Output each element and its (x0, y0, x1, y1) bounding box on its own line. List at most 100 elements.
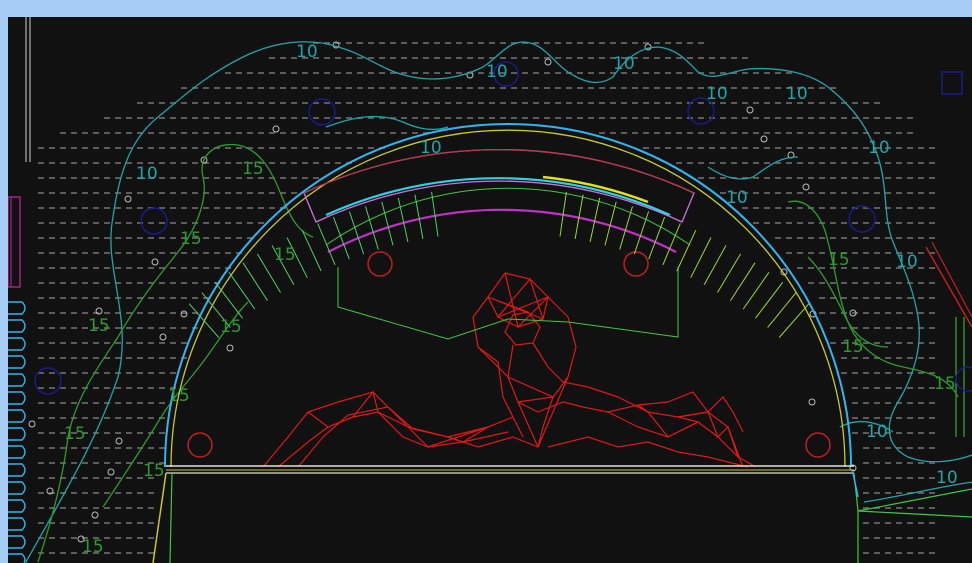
grid-point (324, 72, 330, 74)
grid-point (247, 87, 253, 89)
grid-point (929, 477, 935, 479)
grid-point (885, 342, 891, 344)
grid-point (203, 252, 209, 254)
grid-point (126, 117, 132, 119)
grid-point (126, 402, 132, 404)
grid-point (126, 252, 132, 254)
grid-point (830, 147, 836, 149)
grid-point (126, 372, 132, 374)
grid-point (566, 87, 572, 89)
grid-point (731, 162, 737, 164)
grid-point (104, 117, 110, 119)
grid-point (863, 222, 869, 224)
grid-point (60, 252, 66, 254)
grid-point (929, 177, 935, 179)
sensor-marker (760, 135, 768, 143)
left-wall (8, 17, 31, 288)
grid-point (269, 132, 275, 134)
grid-point (192, 267, 198, 269)
grid-point (797, 237, 803, 239)
grid-point (632, 117, 638, 119)
grid-point (885, 312, 891, 314)
grid-point (71, 537, 77, 539)
grid-point (93, 387, 99, 389)
grid-point (71, 207, 77, 209)
grid-point (82, 417, 88, 419)
grid-point (225, 192, 231, 194)
grid-point (819, 177, 825, 179)
grid-point (885, 477, 891, 479)
grid-point (896, 432, 902, 434)
grid-point (764, 192, 770, 194)
grid-point (335, 132, 341, 134)
grid-point (82, 342, 88, 344)
grid-point (698, 57, 704, 59)
grid-point (335, 102, 341, 104)
grid-point (60, 537, 66, 539)
grid-point (830, 222, 836, 224)
grid-point (929, 552, 935, 554)
grid-point (522, 117, 528, 119)
grid-point (841, 207, 847, 209)
grid-point (137, 252, 143, 254)
grid-point (929, 402, 935, 404)
grid-point (258, 207, 264, 209)
grid-point (49, 552, 55, 554)
grid-point (885, 447, 891, 449)
grid-point (225, 222, 231, 224)
grid-point (665, 102, 671, 104)
grid-point (137, 222, 143, 224)
grid-point (247, 132, 253, 134)
grid-point (269, 162, 275, 164)
grid-point (82, 267, 88, 269)
grid-point (203, 237, 209, 239)
grid-point (159, 222, 165, 224)
grid-point (896, 522, 902, 524)
grid-point (478, 57, 484, 59)
sensor-marker (28, 420, 36, 428)
grid-point (214, 207, 220, 209)
grid-point (632, 102, 638, 104)
grid-point (71, 552, 77, 554)
grid-point (643, 132, 649, 134)
grid-point (819, 162, 825, 164)
grid-point (93, 207, 99, 209)
grid-point (874, 387, 880, 389)
grid-point (852, 192, 858, 194)
grid-point (126, 312, 132, 314)
grid-point (104, 222, 110, 224)
grid-point (148, 327, 154, 329)
grid-point (335, 57, 341, 59)
grid-point (71, 267, 77, 269)
drawing-canvas[interactable]: 10 10 10 10 10 10 10 10 10 10 10 10 15 15 15 15 15 15 15 15… (8, 17, 972, 563)
cad-plan-view[interactable]: 10 10 10 10 10 10 10 10 10 10 10 10 15 15 15 15 15 15 15 15… (8, 17, 972, 563)
grid-point (104, 237, 110, 239)
grid-point (104, 387, 110, 389)
grid-point (313, 72, 319, 74)
grid-point (291, 117, 297, 119)
grid-point (126, 537, 132, 539)
grid-point (346, 87, 352, 89)
grid-point (60, 417, 66, 419)
grid-point (82, 507, 88, 509)
grid-point (93, 147, 99, 149)
grid-point (225, 162, 231, 164)
grid-point (819, 312, 825, 314)
grid-point (126, 207, 132, 209)
grid-point (929, 327, 935, 329)
grid-point (907, 537, 913, 539)
grid-point (896, 492, 902, 494)
grid-point (874, 327, 880, 329)
grid-point (137, 537, 143, 539)
grid-point (676, 147, 682, 149)
grid-point (82, 372, 88, 374)
grid-point (357, 42, 363, 44)
grid-point (357, 132, 363, 134)
grid-point (104, 552, 110, 554)
grid-point (885, 132, 891, 134)
grid-point (38, 237, 44, 239)
grid-point (346, 132, 352, 134)
grid-point (82, 357, 88, 359)
grid-point (170, 342, 176, 344)
grid-point (104, 282, 110, 284)
